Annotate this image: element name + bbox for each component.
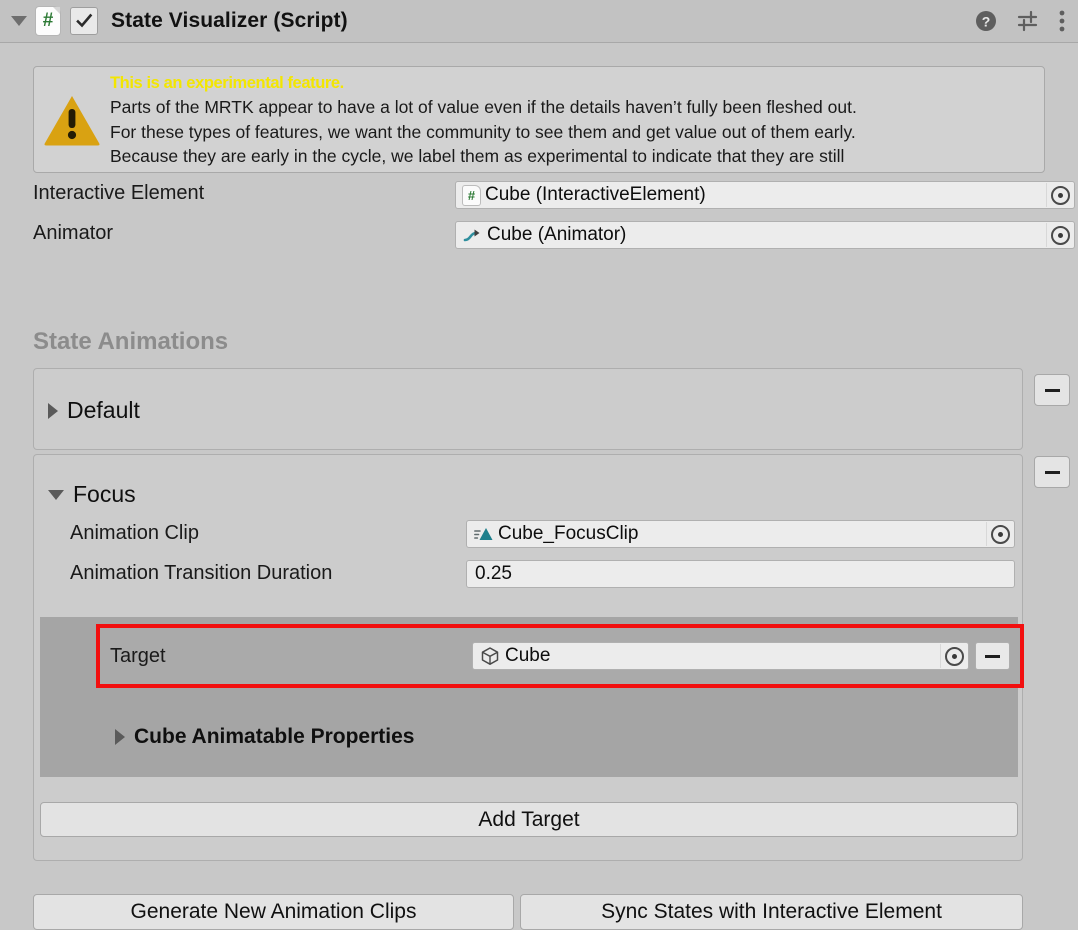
csharp-script-icon: # xyxy=(36,7,60,35)
animator-row: Animator xyxy=(33,222,113,245)
animatable-properties-foldout[interactable]: Cube Animatable Properties xyxy=(115,725,414,749)
checkmark-icon xyxy=(76,13,93,28)
warning-triangle-icon xyxy=(34,93,110,147)
target-row: Target xyxy=(110,645,166,668)
remove-state-focus-button[interactable] xyxy=(1034,456,1070,488)
interactive-element-object-picker[interactable] xyxy=(1046,183,1073,207)
state-card-default xyxy=(33,368,1023,450)
transition-duration-row: Animation Transition Duration xyxy=(70,562,332,585)
minus-icon xyxy=(1044,388,1060,392)
experimental-warning-box: This is an experimental feature. Parts o… xyxy=(33,66,1045,173)
object-picker-icon xyxy=(1050,225,1070,245)
triangle-down-icon xyxy=(11,16,27,26)
component-enabled-checkbox[interactable] xyxy=(70,7,98,35)
warning-title: This is an experimental feature. xyxy=(110,73,344,92)
remove-state-default-button[interactable] xyxy=(1034,374,1070,406)
sync-states-label: Sync States with Interactive Element xyxy=(601,900,942,923)
transition-duration-value: 0.25 xyxy=(475,563,512,584)
warning-line-3: Because they are early in the cycle, we … xyxy=(110,146,845,166)
target-value: Cube xyxy=(505,645,551,666)
minus-icon xyxy=(1044,470,1060,474)
animator-field[interactable]: Cube (Animator) xyxy=(455,221,1075,249)
transition-duration-label: Animation Transition Duration xyxy=(70,562,333,584)
target-label: Target xyxy=(110,645,166,667)
sync-states-button[interactable]: Sync States with Interactive Element xyxy=(520,894,1023,930)
target-object-picker[interactable] xyxy=(940,644,967,668)
triangle-right-icon xyxy=(115,729,125,745)
generate-clips-button[interactable]: Generate New Animation Clips xyxy=(33,894,514,930)
warning-line-2: For these types of features, we want the… xyxy=(110,121,856,142)
generate-clips-label: Generate New Animation Clips xyxy=(130,900,417,923)
cube-gameobject-icon xyxy=(480,646,500,666)
header-actions: ? xyxy=(974,8,1066,34)
preset-sliders-icon[interactable] xyxy=(1015,9,1041,33)
experimental-warning-text: This is an experimental feature. Parts o… xyxy=(110,71,865,169)
minus-icon xyxy=(985,654,1000,658)
inspector-body: This is an experimental feature. Parts o… xyxy=(0,43,1078,930)
add-target-button[interactable]: Add Target xyxy=(40,802,1018,837)
animation-clip-row: Animation Clip xyxy=(70,522,199,545)
interactive-element-field[interactable]: # Cube (InteractiveElement) xyxy=(455,181,1075,209)
svg-text:?: ? xyxy=(982,14,991,30)
target-object-field[interactable]: Cube xyxy=(472,642,969,670)
triangle-right-icon xyxy=(48,402,58,419)
object-picker-icon xyxy=(1050,185,1070,205)
interactive-element-label: Interactive Element xyxy=(33,182,205,204)
object-picker-icon xyxy=(944,646,964,666)
state-foldout-default[interactable]: Default xyxy=(48,397,140,424)
interactive-element-row: Interactive Element xyxy=(33,182,204,205)
animator-value: Cube (Animator) xyxy=(487,224,627,245)
script-icon-glyph: # xyxy=(42,10,54,31)
state-name-focus: Focus xyxy=(73,481,136,507)
add-target-label: Add Target xyxy=(478,807,580,831)
transition-duration-input[interactable]: 0.25 xyxy=(466,560,1015,588)
csharp-script-icon: # xyxy=(463,185,480,205)
animator-icon xyxy=(463,226,482,245)
remove-target-button[interactable] xyxy=(975,642,1010,670)
interactive-element-value: Cube (InteractiveElement) xyxy=(485,184,706,205)
animation-clip-object-picker[interactable] xyxy=(986,522,1013,546)
object-picker-icon xyxy=(990,524,1010,544)
state-foldout-focus[interactable]: Focus xyxy=(48,481,136,508)
animator-label: Animator xyxy=(33,222,114,244)
animation-clip-value: Cube_FocusClip xyxy=(498,523,639,544)
component-header: # State Visualizer (Script) ? xyxy=(0,0,1078,43)
state-animations-title: State Animations xyxy=(33,328,229,355)
warning-line-1: Parts of the MRTK appear to have a lot o… xyxy=(110,97,857,117)
animation-clip-icon xyxy=(474,525,493,543)
animator-object-picker[interactable] xyxy=(1046,223,1073,247)
animatable-properties-label: Cube Animatable Properties xyxy=(134,725,415,748)
triangle-down-icon xyxy=(48,489,64,500)
state-name-default: Default xyxy=(67,397,140,423)
page-title: State Visualizer (Script) xyxy=(111,9,348,32)
help-icon[interactable]: ? xyxy=(974,9,998,33)
animation-clip-label: Animation Clip xyxy=(70,522,199,544)
animation-clip-field[interactable]: Cube_FocusClip xyxy=(466,520,1015,548)
kebab-menu-icon[interactable] xyxy=(1058,8,1066,34)
component-foldout-toggle[interactable] xyxy=(8,10,30,32)
